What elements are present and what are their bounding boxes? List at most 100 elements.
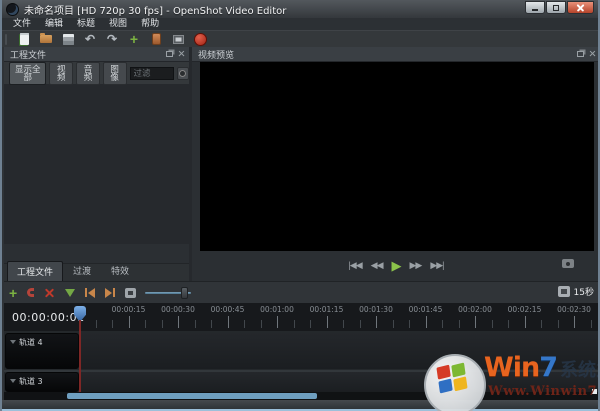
play-button[interactable]: ▶: [392, 259, 401, 272]
close-panel-button[interactable]: [178, 50, 185, 57]
fullscreen-button[interactable]: [167, 32, 189, 47]
ruler-minor-tick: [558, 320, 559, 328]
ruler-time-label: 00:00:30: [156, 305, 200, 314]
tab-transitions[interactable]: 过渡: [63, 260, 101, 281]
current-time: 00:00:00:01: [12, 311, 85, 324]
choose-profile-icon: [152, 33, 161, 45]
close-icon: [576, 3, 585, 12]
ruler-minor-tick: [591, 320, 592, 328]
video-preview-header: 视频预览: [192, 47, 600, 62]
title-bar[interactable]: 未命名项目 [HD 720p 30 fps] - OpenShot Video …: [2, 0, 598, 18]
zoom-scale-label: 15秒: [574, 285, 594, 298]
fast-forward-button[interactable]: ▶▶: [410, 261, 422, 270]
ruler-time-label: 00:01:30: [354, 305, 398, 314]
close-button[interactable]: [567, 1, 594, 14]
track-label: 轨道 4: [19, 337, 43, 348]
track-header[interactable]: 轨道 3: [5, 372, 79, 392]
filter-image-button[interactable]: 图像: [103, 62, 127, 85]
ruler-time-label: 00:01:45: [404, 305, 448, 314]
filter-show-all-button[interactable]: 显示全部: [9, 62, 46, 85]
undo-button[interactable]: ↶: [79, 32, 101, 47]
float-panel-button[interactable]: [166, 51, 173, 57]
ruler-minor-tick: [360, 320, 361, 328]
video-preview-title: 视频预览: [198, 48, 234, 61]
minimize-button[interactable]: [525, 1, 545, 14]
main-toolbar: ↶ ↷ +: [2, 30, 598, 47]
ruler-minor-tick: [541, 320, 542, 328]
ruler-minor-tick: [145, 320, 146, 328]
menu-help[interactable]: 帮助: [134, 18, 166, 30]
choose-profile-button[interactable]: [145, 32, 167, 47]
ruler-minor-tick: [409, 320, 410, 328]
export-video-icon: [194, 33, 207, 46]
menu-edit[interactable]: 编辑: [38, 18, 70, 30]
dock-icons: [166, 50, 185, 57]
filter-input[interactable]: [130, 67, 174, 80]
new-project-button[interactable]: [13, 32, 35, 47]
add-marker-button[interactable]: [65, 285, 75, 301]
ruler-minor-tick: [393, 320, 394, 328]
timeline-scrollbar[interactable]: [4, 392, 600, 400]
ruler-minor-tick: [492, 320, 493, 328]
filter-video-button[interactable]: 视频: [49, 62, 73, 85]
zoom-slider-handle[interactable]: [181, 287, 188, 299]
menu-title[interactable]: 标题: [70, 18, 102, 30]
close-panel-button[interactable]: [589, 50, 596, 57]
open-folder-icon: [40, 35, 52, 43]
track-content[interactable]: [80, 333, 598, 369]
import-files-button[interactable]: +: [123, 32, 145, 47]
next-marker-button[interactable]: [105, 285, 115, 301]
center-playhead-icon: [125, 288, 136, 298]
ruler-major-tick: [327, 316, 328, 328]
magnet-icon: [27, 288, 34, 297]
tab-project-files[interactable]: 工程文件: [7, 261, 63, 281]
rewind-button[interactable]: ◀◀: [371, 261, 383, 270]
redo-button[interactable]: ↷: [101, 32, 123, 47]
filter-audio-button[interactable]: 音频: [76, 62, 100, 85]
float-icon: [166, 51, 173, 57]
ruler-time-label: 00:02:15: [503, 305, 547, 314]
clear-filter-button[interactable]: [177, 67, 189, 80]
float-panel-button[interactable]: [577, 51, 584, 57]
toolbar-grip[interactable]: [5, 34, 7, 45]
project-files-header: 工程文件: [4, 47, 189, 62]
zoom-scale-icon[interactable]: [558, 286, 570, 297]
timeline-toolbar: + 15秒: [4, 281, 600, 303]
jump-to-end-button[interactable]: ▶▶|: [430, 261, 443, 270]
video-preview-panel: 视频预览 |◀◀ ◀◀ ▶ ▶▶ ▶▶|: [192, 47, 600, 281]
menu-file[interactable]: 文件: [6, 18, 38, 30]
ruler-minor-tick: [211, 320, 212, 328]
ruler-major-tick: [574, 316, 575, 328]
razor-tool-button[interactable]: [44, 285, 55, 301]
open-project-button[interactable]: [35, 32, 57, 47]
ruler-major-tick: [475, 316, 476, 328]
ruler-minor-tick: [195, 320, 196, 328]
chevron-down-icon: [10, 340, 16, 344]
add-track-button[interactable]: +: [9, 285, 17, 301]
filter-row: 显示全部 视频 音频 图像: [4, 62, 189, 84]
ruler-time-label: 00:01:00: [255, 305, 299, 314]
jump-to-start-button[interactable]: |◀◀: [348, 261, 361, 270]
snapping-button[interactable]: [27, 285, 34, 301]
camera-icon[interactable]: [562, 259, 574, 268]
project-files-list[interactable]: [4, 84, 189, 244]
float-icon: [577, 51, 584, 57]
timeline-zoom-slider[interactable]: [145, 286, 191, 300]
ruler-minor-tick: [96, 320, 97, 328]
save-project-button[interactable]: [57, 32, 79, 47]
track-header[interactable]: 轨道 4: [5, 333, 79, 369]
tab-effects[interactable]: 特效: [101, 260, 139, 281]
window-title: 未命名项目 [HD 720p 30 fps] - OpenShot Video …: [24, 2, 286, 17]
export-video-button[interactable]: [189, 32, 211, 47]
ruler-time-label: 00:02:00: [453, 305, 497, 314]
previous-marker-button[interactable]: [85, 285, 95, 301]
project-files-panel: 工程文件 显示全部 视频 音频 图像 工程文件 过渡 特效: [4, 47, 189, 281]
center-on-playhead-button[interactable]: [125, 285, 136, 301]
menu-view[interactable]: 视图: [102, 18, 134, 30]
scrollbar-thumb[interactable]: [67, 393, 317, 399]
timeline-ruler[interactable]: 00:00:00:01 00:00:1500:00:3000:00:4500:0…: [4, 303, 600, 331]
ruler-major-tick: [525, 316, 526, 328]
maximize-button[interactable]: [546, 1, 566, 14]
track-content[interactable]: [80, 372, 598, 392]
ruler-major-tick: [129, 316, 130, 328]
